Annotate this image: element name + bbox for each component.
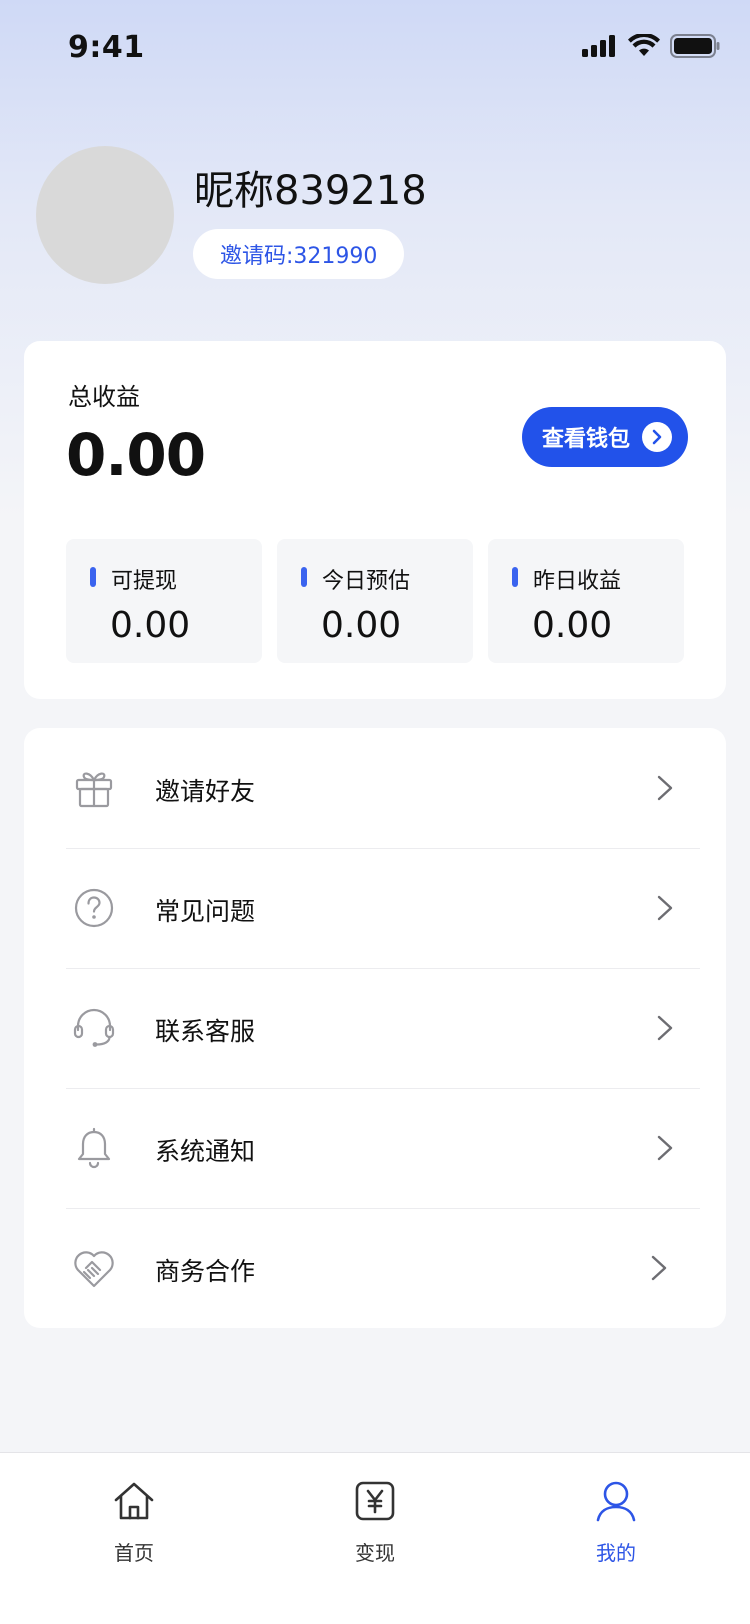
menu-item-label: 系统通知 [155, 1137, 256, 1166]
stat-today-estimate[interactable]: 今日预估 0.00 [277, 539, 473, 663]
menu-item-customer-service[interactable]: 联系客服 [24, 968, 726, 1088]
stat-label: 可提现 [111, 569, 178, 594]
home-icon [114, 1482, 154, 1520]
chevron-right-icon [657, 895, 673, 921]
menu-item-faq[interactable]: 常见问题 [24, 848, 726, 968]
view-wallet-label: 查看钱包 [542, 427, 631, 452]
menu-item-notifications[interactable]: 系统通知 [24, 1088, 726, 1208]
invite-code-text: 邀请码:321990 [220, 244, 378, 269]
tab-home[interactable]: 首页 [64, 1453, 204, 1573]
stat-label: 昨日收益 [533, 569, 622, 594]
status-bar: 9:41 [0, 0, 750, 96]
stat-value: 0.00 [110, 605, 191, 646]
stat-accent-bar [512, 567, 518, 587]
tab-label: 变现 [355, 1541, 395, 1565]
chevron-right-icon [651, 1255, 667, 1281]
stat-value: 0.00 [532, 605, 613, 646]
chevron-right-icon [657, 1135, 673, 1161]
wifi-icon [628, 34, 660, 56]
menu-item-label: 联系客服 [155, 1017, 256, 1046]
bell-icon [77, 1127, 111, 1169]
invite-code-badge[interactable]: 邀请码:321990 [193, 229, 405, 279]
signal-icon [582, 35, 615, 57]
view-wallet-button[interactable]: 查看钱包 [522, 407, 688, 467]
nickname: 昵称839218 [194, 168, 427, 214]
menu-item-label: 商务合作 [155, 1257, 256, 1286]
menu-item-invite-friends[interactable]: 邀请好友 [24, 728, 726, 848]
earnings-title: 总收益 [68, 383, 140, 411]
chevron-right-icon [657, 775, 673, 801]
status-time: 9:41 [68, 30, 145, 65]
menu-item-label: 常见问题 [155, 897, 256, 926]
stat-value: 0.00 [321, 605, 402, 646]
chevron-right-icon [642, 422, 672, 452]
yuan-icon [355, 1481, 395, 1521]
tab-label: 我的 [596, 1541, 636, 1565]
stat-yesterday-earnings[interactable]: 昨日收益 0.00 [488, 539, 684, 663]
menu-card: 邀请好友 常见问题 联系客服 系统通知 商务合作 [24, 728, 726, 1328]
stat-accent-bar [90, 567, 96, 587]
tab-label: 首页 [114, 1541, 154, 1565]
battery-icon [670, 34, 720, 58]
headset-icon [73, 1008, 115, 1047]
handshake-icon [74, 1251, 114, 1288]
menu-item-label: 邀请好友 [155, 777, 256, 806]
earnings-total: 0.00 [66, 421, 206, 489]
user-icon [596, 1481, 636, 1522]
earnings-card: 总收益 0.00 查看钱包 可提现 0.00 今日预估 0.00 昨日收益 0.… [24, 341, 726, 699]
question-icon [74, 888, 114, 928]
menu-item-business-cooperation[interactable]: 商务合作 [24, 1208, 726, 1328]
bottom-tab-bar: 首页 变现 我的 [0, 1452, 750, 1624]
avatar[interactable] [36, 146, 174, 284]
stat-label: 今日预估 [322, 569, 411, 594]
tab-monetize[interactable]: 变现 [305, 1453, 445, 1573]
gift-icon [75, 772, 113, 808]
stat-accent-bar [301, 567, 307, 587]
tab-mine[interactable]: 我的 [546, 1453, 686, 1573]
chevron-right-icon [657, 1015, 673, 1041]
status-icons [582, 34, 720, 58]
stat-withdrawable[interactable]: 可提现 0.00 [66, 539, 262, 663]
